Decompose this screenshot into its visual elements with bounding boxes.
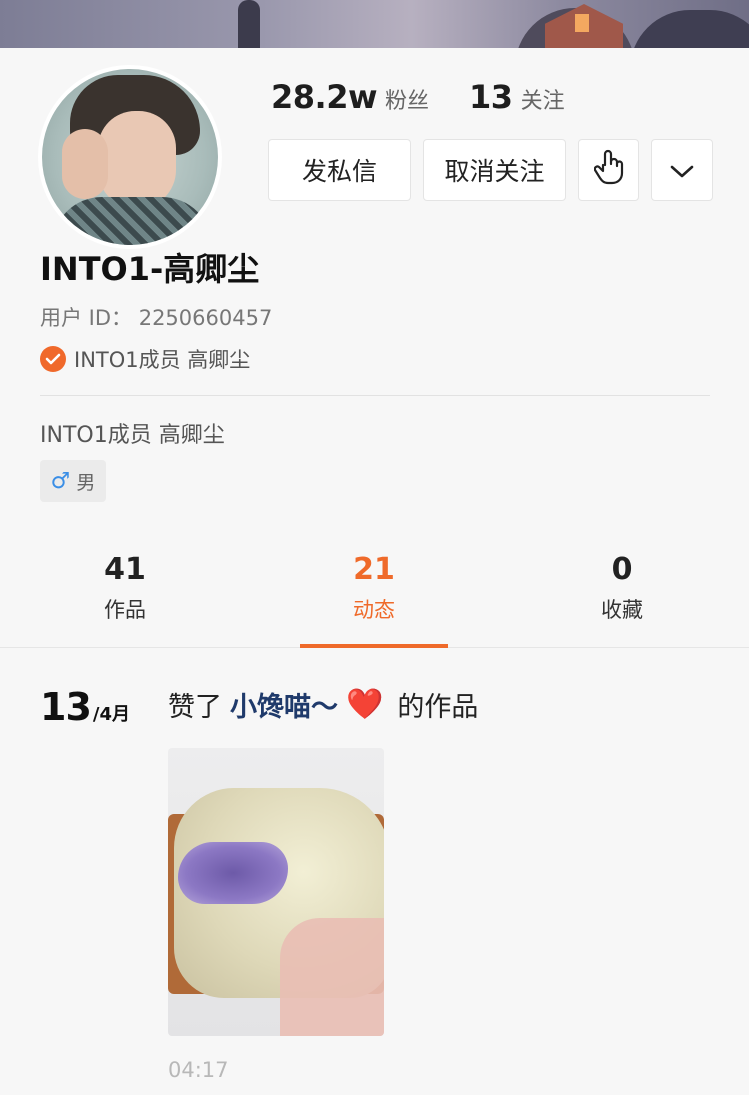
user-id[interactable]: 用户 ID： 2250660457 [40,302,272,332]
banner-right-hill [630,10,749,48]
tab-activity[interactable]: 21 动态 [299,548,449,624]
photo-glove [280,918,384,1036]
avatar-face [98,111,176,209]
more-button[interactable] [651,139,713,201]
feed-month: /4月 [92,704,130,725]
tab-label: 收藏 [601,598,643,622]
divider [40,395,710,396]
feed-date: 13 /4月 [40,685,130,729]
photo-filling [178,842,288,904]
followers-count[interactable]: 28.2w [271,78,378,116]
heart-icon: ❤️ [346,687,384,722]
tab-count: 21 [353,552,395,587]
bio-text: INTO1成员 高卿尘 [40,423,225,448]
chevron-down-icon [670,156,694,185]
tab-label: 动态 [353,598,395,622]
following-count[interactable]: 13 [469,78,513,116]
tab-count: 41 [104,552,146,587]
profile-name: INTO1-高卿尘 [40,250,260,288]
banner-window [575,14,589,32]
verification-row: INTO1成员 高卿尘 [40,344,250,374]
avatar-sweater [52,197,212,245]
male-icon: ♂ [50,468,71,494]
avatar[interactable] [42,69,218,245]
feed-username-link[interactable]: 小馋喵～ [230,685,338,724]
profile-tabs: 41 作品 21 动态 0 收藏 [0,548,749,648]
followers-label[interactable]: 粉丝 [385,83,429,115]
hand-pointer-icon [593,149,624,191]
gender-tag: ♂ 男 [40,460,106,502]
verification-text: INTO1成员 高卿尘 [74,348,251,372]
tab-label: 作品 [104,598,146,622]
active-tab-indicator [300,644,448,648]
verified-check-icon [40,346,66,372]
feed-prefix: 赞了 [168,692,222,723]
profile-stats: 28.2w 粉丝 13 关注 [271,78,605,118]
unfollow-button[interactable]: 取消关注 [423,139,566,201]
tab-count: 0 [611,552,633,587]
profile-banner [0,0,749,48]
feed-suffix: 的作品 [397,692,479,723]
banner-figure [238,0,260,48]
avatar-hand [62,129,108,199]
tab-favorites[interactable]: 0 收藏 [547,548,697,624]
gesture-button[interactable] [578,139,639,201]
action-buttons: 发私信 取消关注 [268,139,713,201]
profile-card: 28.2w 粉丝 13 关注 发私信 取消关注 INTO1-高卿尘 用户 ID：… [0,48,749,1095]
following-label[interactable]: 关注 [521,83,565,115]
feed-time: 04:17 [168,1058,229,1082]
feed-activity-text: 赞了 小馋喵～ ❤️ 的作品 [168,685,478,724]
tab-works[interactable]: 41 作品 [50,548,200,624]
send-message-button[interactable]: 发私信 [268,139,411,201]
feed-day: 13 [40,685,92,729]
feed-photo[interactable] [168,748,384,1036]
gender-label: 男 [76,471,96,494]
